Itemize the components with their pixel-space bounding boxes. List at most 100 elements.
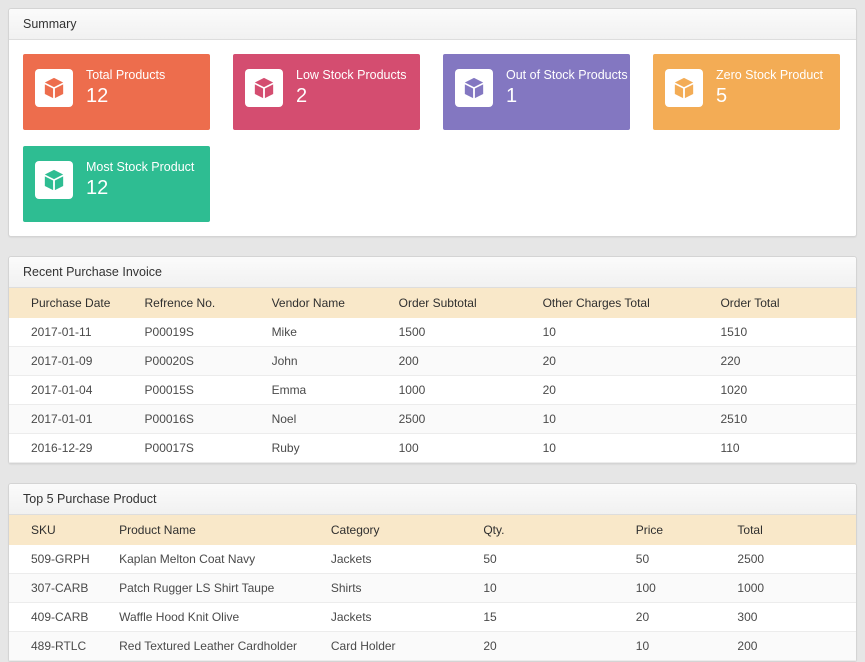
table-cell-order-total: 1020 (720, 376, 856, 405)
table-row: 2017-01-04P00015SEmma1000201020 (9, 376, 856, 405)
table-cell-order-subtotal: 200 (399, 347, 543, 376)
table-cell-order-total: 2510 (720, 405, 856, 434)
table-cell-order-subtotal: 100 (399, 434, 543, 463)
table-cell-category: Jackets (331, 545, 483, 574)
table-header-row: Purchase DateRefrence No.Vendor NameOrde… (9, 288, 856, 318)
table-cell-order-subtotal: 1000 (399, 376, 543, 405)
stat-card-text: Zero Stock Product 5 (716, 66, 823, 108)
column-header-category: Category (331, 515, 483, 545)
table-row: 2017-01-01P00016SNoel2500102510 (9, 405, 856, 434)
table-cell-price: 20 (636, 603, 738, 632)
cube-icon (455, 69, 493, 107)
table-cell-purchase-date: 2017-01-11 (9, 318, 145, 347)
column-header-purchase-date: Purchase Date (9, 288, 145, 318)
cube-icon (35, 69, 73, 107)
top-purchase-product-table: SKUProduct NameCategoryQty.PriceTotal 50… (9, 515, 856, 661)
stat-card-value: 1 (506, 85, 628, 108)
table-cell-vendor-name: Ruby (272, 434, 399, 463)
column-header-price: Price (636, 515, 738, 545)
table-cell-order-total: 1510 (720, 318, 856, 347)
stat-card-text: Most Stock Product 12 (86, 158, 194, 200)
table-cell-price: 100 (636, 574, 738, 603)
stat-card-out-of-stock-products[interactable]: Out of Stock Products 1 (443, 54, 630, 130)
table-cell-sku: 509-GRPH (9, 545, 119, 574)
table-header-row: SKUProduct NameCategoryQty.PriceTotal (9, 515, 856, 545)
table-cell-product-name: Kaplan Melton Coat Navy (119, 545, 331, 574)
table-cell-qty: 50 (483, 545, 635, 574)
stat-card-label: Low Stock Products (296, 68, 406, 82)
column-header-qty: Qty. (483, 515, 635, 545)
table-cell-refrence-no: P00020S (145, 347, 272, 376)
table-cell-vendor-name: Noel (272, 405, 399, 434)
top-purchase-product-header: Top 5 Purchase Product (9, 484, 856, 515)
summary-panel: Summary Total Products12Low Stock Produc… (8, 8, 857, 237)
table-cell-other-charges-total: 10 (543, 434, 721, 463)
stat-card-label: Zero Stock Product (716, 68, 823, 82)
table-row: 509-GRPHKaplan Melton Coat NavyJackets50… (9, 545, 856, 574)
column-header-order-subtotal: Order Subtotal (399, 288, 543, 318)
table-cell-other-charges-total: 10 (543, 318, 721, 347)
top-purchase-product-panel: Top 5 Purchase Product SKUProduct NameCa… (8, 483, 857, 662)
table-cell-price: 50 (636, 545, 738, 574)
table-cell-category: Jackets (331, 603, 483, 632)
table-cell-refrence-no: P00017S (145, 434, 272, 463)
column-header-vendor-name: Vendor Name (272, 288, 399, 318)
table-cell-refrence-no: P00016S (145, 405, 272, 434)
stat-card-value: 12 (86, 177, 194, 200)
table-row: 307-CARBPatch Rugger LS Shirt TaupeShirt… (9, 574, 856, 603)
cube-icon (665, 69, 703, 107)
table-cell-other-charges-total: 20 (543, 376, 721, 405)
table-cell-order-total: 110 (720, 434, 856, 463)
cube-icon (245, 69, 283, 107)
column-header-order-total: Order Total (720, 288, 856, 318)
table-cell-sku: 409-CARB (9, 603, 119, 632)
column-header-sku: SKU (9, 515, 119, 545)
column-header-product-name: Product Name (119, 515, 331, 545)
stat-card-total-products[interactable]: Total Products12 (23, 54, 210, 130)
stat-card-text: Out of Stock Products 1 (506, 66, 628, 108)
table-cell-total: 2500 (737, 545, 856, 574)
table-cell-refrence-no: P00015S (145, 376, 272, 405)
stat-card-text: Total Products12 (86, 66, 165, 108)
column-header-refrence-no: Refrence No. (145, 288, 272, 318)
table-cell-category: Shirts (331, 574, 483, 603)
stat-card-value: 2 (296, 85, 406, 108)
table-row: 409-CARBWaffle Hood Knit OliveJackets152… (9, 603, 856, 632)
table-cell-refrence-no: P00019S (145, 318, 272, 347)
table-cell-total: 1000 (737, 574, 856, 603)
column-header-total: Total (737, 515, 856, 545)
stat-card-most-stock-product[interactable]: Most Stock Product 12 (23, 146, 210, 222)
recent-purchase-invoice-title: Recent Purchase Invoice (23, 265, 162, 279)
recent-purchase-invoice-panel: Recent Purchase Invoice Purchase DateRef… (8, 256, 857, 464)
recent-purchase-invoice-table: Purchase DateRefrence No.Vendor NameOrde… (9, 288, 856, 463)
table-cell-qty: 10 (483, 574, 635, 603)
table-cell-other-charges-total: 10 (543, 405, 721, 434)
column-header-other-charges-total: Other Charges Total (543, 288, 721, 318)
summary-cards: Total Products12Low Stock Products2Out o… (9, 40, 856, 236)
table-cell-vendor-name: Emma (272, 376, 399, 405)
table-cell-order-subtotal: 1500 (399, 318, 543, 347)
table-cell-vendor-name: John (272, 347, 399, 376)
table-cell-purchase-date: 2017-01-01 (9, 405, 145, 434)
table-row: 2017-01-09P00020SJohn20020220 (9, 347, 856, 376)
table-row: 2016-12-29P00017SRuby10010110 (9, 434, 856, 463)
stat-card-low-stock-products[interactable]: Low Stock Products 2 (233, 54, 420, 130)
table-cell-product-name: Waffle Hood Knit Olive (119, 603, 331, 632)
table-cell-sku: 307-CARB (9, 574, 119, 603)
stat-card-value: 5 (716, 85, 823, 108)
stat-card-label: Most Stock Product (86, 160, 194, 174)
table-cell-purchase-date: 2016-12-29 (9, 434, 145, 463)
recent-purchase-invoice-header: Recent Purchase Invoice (9, 257, 856, 288)
stat-card-label: Total Products (86, 68, 165, 82)
table-cell-total: 300 (737, 603, 856, 632)
stat-card-label: Out of Stock Products (506, 68, 628, 82)
stat-card-text: Low Stock Products 2 (296, 66, 406, 108)
table-cell-order-total: 220 (720, 347, 856, 376)
table-cell-qty: 15 (483, 603, 635, 632)
table-cell-order-subtotal: 2500 (399, 405, 543, 434)
table-cell-purchase-date: 2017-01-09 (9, 347, 145, 376)
summary-title: Summary (23, 17, 76, 31)
summary-panel-header: Summary (9, 9, 856, 40)
table-cell-product-name: Patch Rugger LS Shirt Taupe (119, 574, 331, 603)
stat-card-zero-stock-product[interactable]: Zero Stock Product 5 (653, 54, 840, 130)
